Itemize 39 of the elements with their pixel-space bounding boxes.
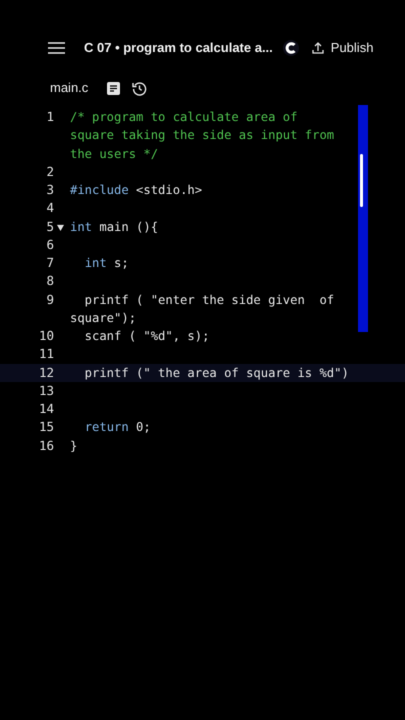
- code-line: /* program to calculate area of: [70, 109, 298, 126]
- fold-arrow-icon[interactable]: [57, 224, 64, 230]
- code-line: int s;: [84, 255, 130, 272]
- file-tab[interactable]: main.c: [50, 78, 88, 98]
- logo-icon: [282, 40, 299, 56]
- line-number: 5: [46, 218, 54, 236]
- code-line: square taking the side as input from: [70, 127, 336, 144]
- line-number: 9: [46, 290, 54, 308]
- code-line: }: [70, 438, 78, 454]
- line-number: 6: [46, 236, 54, 254]
- line-number: 2: [46, 162, 54, 181]
- line-number: 10: [38, 327, 54, 345]
- line-number: 11: [38, 345, 54, 364]
- line-number: 16: [38, 436, 54, 454]
- code-line: printf ( "enter the side given of: [84, 292, 336, 309]
- line-number: 3: [46, 181, 54, 199]
- scrollbar-thumb[interactable]: [360, 154, 363, 207]
- line-number: 14: [38, 400, 54, 418]
- upload-icon: [312, 42, 324, 54]
- code-line: square");: [70, 310, 138, 327]
- line-number: 8: [46, 272, 54, 290]
- code-line: the users */: [70, 146, 160, 162]
- publish-button[interactable]: Publish: [306, 36, 380, 60]
- line-number: 12: [38, 364, 54, 382]
- code-line: int main (){: [70, 218, 160, 236]
- scrollbar-track[interactable]: [358, 105, 368, 332]
- line-number: 15: [38, 418, 54, 436]
- line-number: 7: [46, 254, 54, 272]
- line-number: 4: [46, 199, 54, 218]
- code-line: return 0;: [84, 419, 152, 436]
- code-line: printf (" the area of square is %d"): [84, 364, 350, 382]
- line-number: 1: [46, 108, 54, 126]
- code-line: #include <stdio.h>: [70, 182, 204, 199]
- menu-icon[interactable]: [48, 42, 65, 54]
- line-number: 13: [38, 382, 54, 400]
- project-title: C 07 • program to calculate a...: [84, 39, 273, 58]
- code-line: scanf ( "%d", s);: [84, 328, 210, 345]
- history-icon[interactable]: [132, 80, 148, 96]
- document-icon[interactable]: [107, 82, 120, 94]
